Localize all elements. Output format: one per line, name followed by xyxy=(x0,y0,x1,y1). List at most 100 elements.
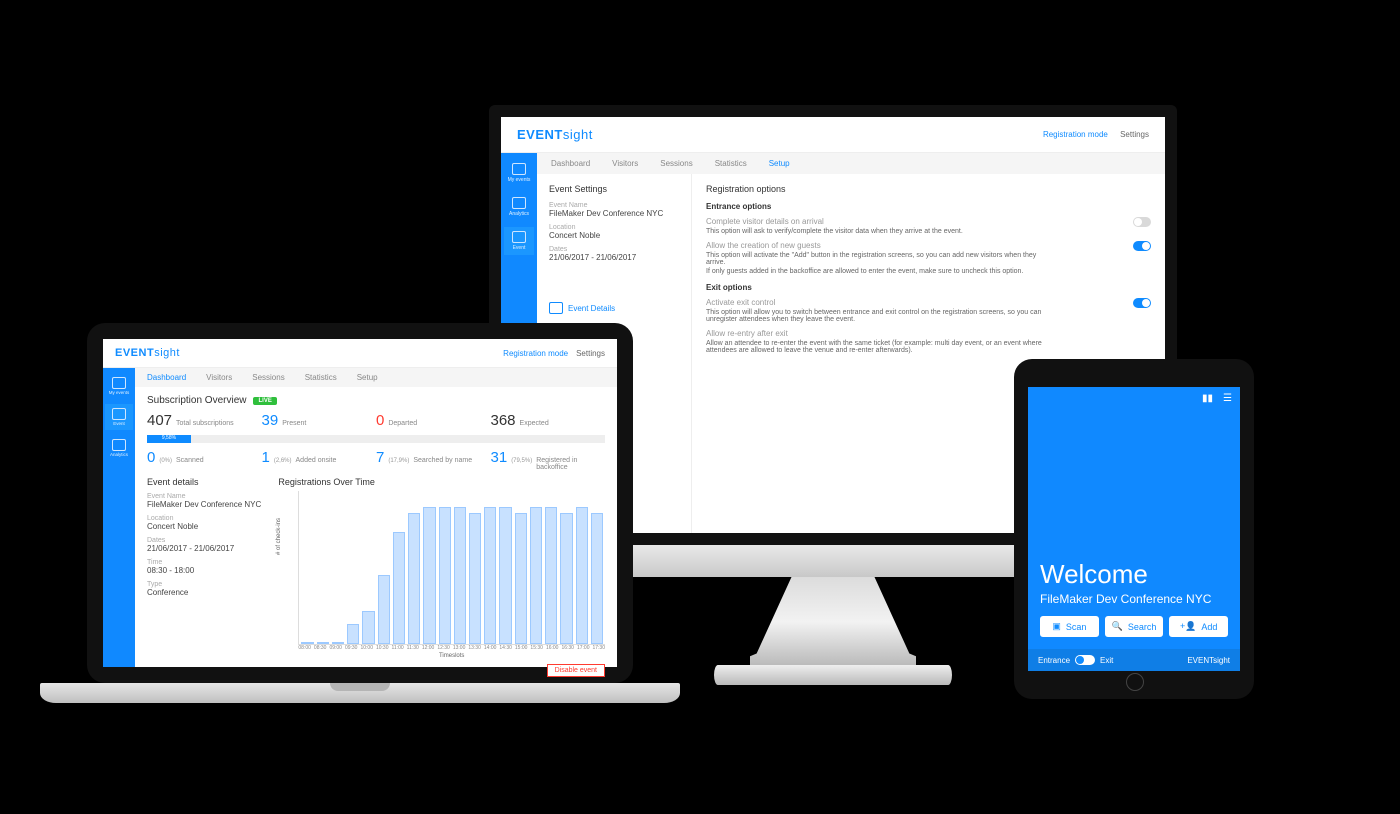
tab-visitors[interactable]: Visitors xyxy=(612,159,638,168)
sidebar-item-analytics[interactable]: Analytics xyxy=(504,193,534,221)
registration-options-title: Registration options xyxy=(706,184,1151,194)
x-tick: 08:30 xyxy=(314,645,327,651)
brand-logo: EVENTsight xyxy=(115,347,180,359)
desktop-tabs: Dashboard Visitors Sessions Statistics S… xyxy=(537,153,1165,174)
registration-mode-link[interactable]: Registration mode xyxy=(503,349,568,358)
x-tick: 12:30 xyxy=(437,645,450,651)
chart-bar xyxy=(576,507,588,644)
chart-bar xyxy=(484,507,496,644)
x-tick: 10:30 xyxy=(376,645,389,651)
chart-bar xyxy=(545,507,557,644)
chart-bar xyxy=(515,513,527,644)
label-event-name: Event Name xyxy=(147,493,268,500)
stat-cell: 407Total subscriptions xyxy=(147,412,262,429)
tab-statistics[interactable]: Statistics xyxy=(305,373,337,382)
chart-bar xyxy=(332,642,344,644)
event-settings-title: Event Settings xyxy=(549,184,679,194)
stats-icon[interactable]: ▮▮ xyxy=(1202,393,1213,404)
settings-link[interactable]: Settings xyxy=(576,349,605,358)
sidebar-item-event[interactable]: Event xyxy=(504,227,534,255)
value-dates: 21/06/2017 - 21/06/2017 xyxy=(147,544,268,553)
toggle-complete-visitor-details[interactable] xyxy=(1133,217,1151,227)
exit-label: Exit xyxy=(1100,656,1113,665)
macbook-notch xyxy=(330,683,390,691)
x-tick: 16:00 xyxy=(546,645,559,651)
entrance-exit-toggle[interactable] xyxy=(1075,655,1095,665)
stats-row-primary: 407Total subscriptions39Present0Departed… xyxy=(147,412,605,429)
desktop-header: EVENTsight Registration mode Settings xyxy=(501,117,1165,153)
toggle-allow-new-guests[interactable] xyxy=(1133,241,1151,251)
chart-bar xyxy=(560,513,572,644)
stat-cell: 368Expected xyxy=(491,412,606,429)
scan-button[interactable]: ▣Scan xyxy=(1040,616,1099,637)
add-user-icon: +👤 xyxy=(1180,621,1196,632)
event-icon xyxy=(112,408,126,420)
registration-mode-link[interactable]: Registration mode xyxy=(1043,130,1108,139)
x-tick: 17:30 xyxy=(592,645,605,651)
chart-icon xyxy=(112,439,126,451)
overview-header: Subscription Overview LIVE xyxy=(147,395,605,406)
stat-cell: 1(2,6%)Added onsite xyxy=(262,449,377,471)
settings-link[interactable]: Settings xyxy=(1120,130,1149,139)
event-details-panel: Event details Event Name FileMaker Dev C… xyxy=(147,477,268,659)
search-button[interactable]: 🔍Search xyxy=(1105,616,1164,637)
laptop-tabs: Dashboard Visitors Sessions Statistics S… xyxy=(135,368,617,387)
macbook-screen: EVENTsight Registration mode Settings My … xyxy=(87,323,633,683)
tab-statistics[interactable]: Statistics xyxy=(715,159,747,168)
progress-bar: 9,58% xyxy=(147,435,605,443)
add-button[interactable]: +👤Add xyxy=(1169,616,1228,637)
label-event-name: Event Name xyxy=(549,202,679,209)
tab-setup[interactable]: Setup xyxy=(357,373,378,382)
value-time: 08:30 - 18:00 xyxy=(147,566,268,575)
stats-row-secondary: 0(0%)Scanned1(2,6%)Added onsite7(17,9%)S… xyxy=(147,449,605,471)
label-dates: Dates xyxy=(549,246,679,253)
label-location: Location xyxy=(549,224,679,231)
progress-fill: 9,58% xyxy=(147,435,191,443)
value-type: Conference xyxy=(147,588,268,597)
menu-icon[interactable]: ☰ xyxy=(1223,393,1232,404)
tab-setup[interactable]: Setup xyxy=(769,159,790,168)
tablet-footer: Entrance Exit EVENTsight xyxy=(1028,649,1240,671)
label-location: Location xyxy=(147,515,268,522)
tab-sessions[interactable]: Sessions xyxy=(252,373,284,382)
calendar-icon xyxy=(512,163,526,175)
event-details-nav[interactable]: Event Details xyxy=(549,302,679,314)
tab-sessions[interactable]: Sessions xyxy=(660,159,692,168)
welcome-title: Welcome xyxy=(1040,559,1228,590)
tab-visitors[interactable]: Visitors xyxy=(206,373,232,382)
header-links: Registration mode Settings xyxy=(1033,130,1149,139)
registrations-chart: Registrations Over Time # of check-ins 0… xyxy=(278,477,605,659)
x-tick: 12:00 xyxy=(422,645,435,651)
label-type: Type xyxy=(147,581,268,588)
sidebar-item-my-events[interactable]: My events xyxy=(504,159,534,187)
qr-icon: ▣ xyxy=(1052,621,1061,632)
tab-dashboard[interactable]: Dashboard xyxy=(147,373,186,382)
calendar-icon xyxy=(112,377,126,389)
stat-cell: 0Departed xyxy=(376,412,491,429)
option-activate-exit-control: Activate exit controlThis option will al… xyxy=(706,298,1151,323)
sidebar-item-my-events[interactable]: My events xyxy=(105,373,133,399)
chart-bar xyxy=(591,513,603,644)
live-badge: LIVE xyxy=(253,397,276,405)
tablet-app: ▮▮ ☰ Welcome FileMaker Dev Conference NY… xyxy=(1028,387,1240,671)
label-dates: Dates xyxy=(147,537,268,544)
x-tick: 13:00 xyxy=(453,645,466,651)
chart-bar xyxy=(423,507,435,644)
tab-dashboard[interactable]: Dashboard xyxy=(551,159,590,168)
x-tick: 16:30 xyxy=(561,645,574,651)
tablet-topbar: ▮▮ ☰ xyxy=(1028,387,1240,410)
chart-bar xyxy=(499,507,511,644)
footer-brand: EVENTsight xyxy=(1187,656,1230,665)
ipad-home-button[interactable] xyxy=(1126,673,1144,691)
stat-cell: 39Present xyxy=(262,412,377,429)
chart-bar xyxy=(439,507,451,644)
overview-title: Subscription Overview xyxy=(147,395,246,406)
sidebar-item-analytics[interactable]: Analytics xyxy=(105,435,133,461)
stat-cell: 7(17,9%)Searched by name xyxy=(376,449,491,471)
disable-event-button[interactable]: Disable event xyxy=(547,664,605,677)
toggle-activate-exit-control[interactable] xyxy=(1133,298,1151,308)
search-icon: 🔍 xyxy=(1112,621,1123,632)
sidebar-item-event[interactable]: Event xyxy=(105,404,133,430)
x-tick: 09:00 xyxy=(329,645,342,651)
brand-logo: EVENTsight xyxy=(517,127,593,142)
